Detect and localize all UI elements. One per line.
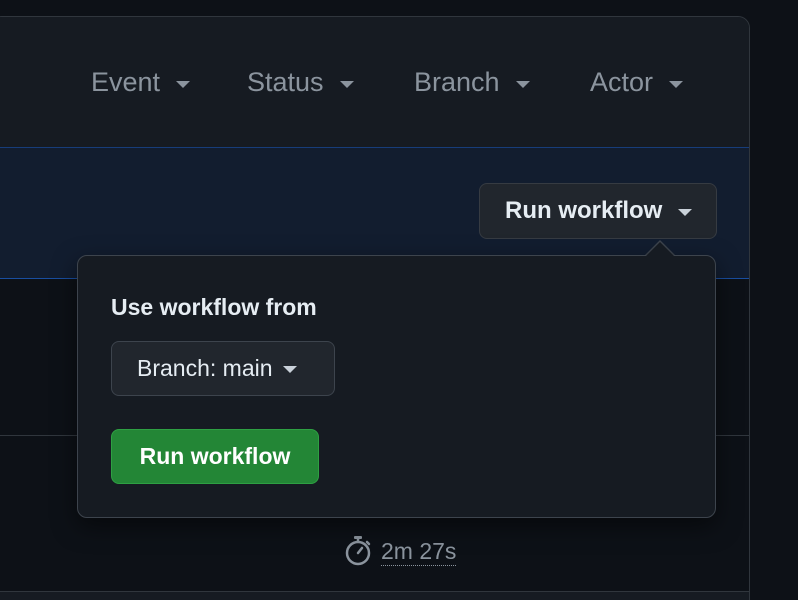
branch-select-label: Branch: main	[137, 355, 273, 381]
run-workflow-submit-button[interactable]: Run workflow	[111, 429, 319, 484]
chevron-down-icon	[282, 366, 297, 373]
run-workflow-dropdown-button[interactable]: Run workflow	[479, 183, 717, 239]
filter-event-label: Event	[91, 67, 161, 97]
filter-branch-label: Branch	[414, 67, 500, 97]
run-duration-value[interactable]: 2m 27s	[381, 537, 457, 566]
chevron-down-icon	[669, 80, 684, 88]
filter-status[interactable]: Status	[247, 67, 354, 98]
run-workflow-popup: Use workflow from Branch: main Run workf…	[77, 255, 716, 518]
filter-branch[interactable]: Branch	[414, 67, 530, 98]
popup-title: Use workflow from	[111, 294, 317, 320]
workflow-runs-page: Event Status Branch Actor Run workflow 2…	[0, 0, 798, 600]
stopwatch-icon	[345, 536, 371, 566]
row-divider	[0, 591, 749, 592]
filter-status-label: Status	[247, 67, 324, 97]
filter-event[interactable]: Event	[91, 67, 191, 98]
run-duration: 2m 27s	[343, 535, 457, 567]
branch-select-button[interactable]: Branch: main	[111, 341, 335, 396]
popup-arrow-fill	[646, 242, 674, 256]
filter-actor-label: Actor	[590, 67, 654, 97]
chevron-down-icon	[339, 80, 354, 88]
chevron-down-icon	[515, 80, 530, 88]
filter-actor[interactable]: Actor	[590, 67, 684, 98]
chevron-down-icon	[678, 209, 693, 216]
run-workflow-dropdown-label: Run workflow	[505, 197, 663, 224]
filter-bar: Event Status Branch Actor	[0, 17, 749, 147]
chevron-down-icon	[176, 80, 191, 88]
